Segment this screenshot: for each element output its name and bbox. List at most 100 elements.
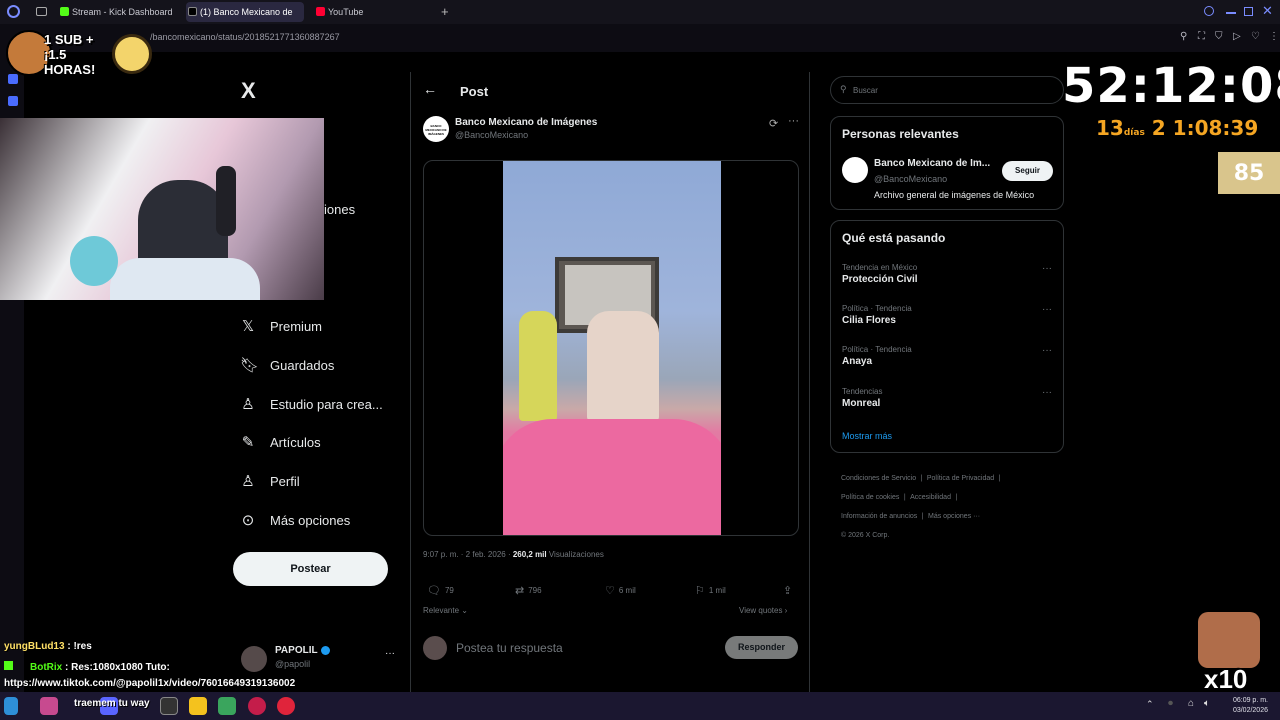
author-avatar[interactable]: BANCO MEXICANO DE IMÁGENES xyxy=(423,116,449,142)
taskbar-app-icon[interactable] xyxy=(40,697,58,715)
opera-icon[interactable] xyxy=(248,697,266,715)
new-tab-button[interactable]: + xyxy=(441,4,449,19)
nav-partial-label[interactable]: iones xyxy=(324,202,355,217)
nav-label: Guardados xyxy=(270,357,335,373)
footer-link[interactable]: Más opciones ··· xyxy=(928,513,980,520)
like-button[interactable]: ♡ 6 mil xyxy=(605,584,636,597)
reply-count: 79 xyxy=(444,586,454,595)
relevant-name[interactable]: Banco Mexicano de Im... xyxy=(874,158,990,169)
trend-item[interactable]: Política · Tendencia Anaya ··· xyxy=(842,345,1052,367)
responder-button[interactable]: Responder xyxy=(725,636,798,659)
view-quotes-link[interactable]: View quotes › xyxy=(739,606,787,615)
page-title: Post xyxy=(460,84,489,99)
footer-link[interactable]: Accesibilidad xyxy=(910,494,951,501)
close-icon[interactable]: ✕ xyxy=(1262,3,1273,19)
share-button[interactable]: ⇪ xyxy=(783,584,792,597)
account-switcher[interactable]: PAPOLIL @papolil ··· xyxy=(241,644,401,674)
emote-overlay: x10 xyxy=(1196,610,1262,694)
chat-text: : Res:1080x1080 Tuto: xyxy=(62,662,170,673)
mic-tray-icon[interactable]: ⏺ xyxy=(1168,698,1173,709)
restore-icon[interactable] xyxy=(1244,7,1253,16)
post-more-icon[interactable]: ··· xyxy=(788,115,799,127)
browser-tab-bar: Stream - Kick Dashboard (1) Banco Mexica… xyxy=(0,0,1280,24)
person-icon: ♙ xyxy=(241,473,255,490)
chevron-up-icon[interactable]: ⌃ xyxy=(1146,699,1154,710)
trend-item[interactable]: Tendencias Monreal ··· xyxy=(842,387,1052,409)
menu-icon[interactable]: ⋮ xyxy=(1269,31,1279,42)
postear-button[interactable]: Postear xyxy=(233,552,388,586)
trend-more-icon[interactable]: ··· xyxy=(1042,345,1052,356)
back-arrow-icon[interactable]: ← xyxy=(423,81,437,97)
relevant-handle[interactable]: @BancoMexicano xyxy=(874,174,947,184)
nav-articulos[interactable]: ✎ Artículos xyxy=(240,430,321,454)
video-content[interactable] xyxy=(503,161,721,535)
trend-more-icon[interactable]: ··· xyxy=(1042,304,1052,315)
footer-link[interactable]: Información de anuncios xyxy=(841,513,917,520)
sort-dropdown[interactable]: Relevante ⌄ xyxy=(423,606,468,615)
author-handle[interactable]: @BancoMexicano xyxy=(455,130,528,140)
trend-item[interactable]: Tendencia en México Protección Civil ··· xyxy=(842,263,1052,285)
shield-icon[interactable]: ⛉ xyxy=(1215,31,1223,42)
volume-icon[interactable]: 🔈︎ xyxy=(1204,698,1210,709)
trend-item[interactable]: Política · Tendencia Cilia Flores ··· xyxy=(842,304,1052,326)
trend-name: Protección Civil xyxy=(842,274,918,285)
start-icon[interactable] xyxy=(4,697,18,715)
heart-icon[interactable]: ♡ xyxy=(1251,31,1260,42)
game-icon[interactable] xyxy=(218,697,236,715)
account-more-icon[interactable]: ··· xyxy=(385,648,395,659)
nav-estudio[interactable]: ♙ Estudio para crea... xyxy=(240,392,383,416)
search-placeholder: Buscar xyxy=(853,86,878,95)
tab-banco-mexicano[interactable]: (1) Banco Mexicano de xyxy=(186,2,304,22)
reply-button[interactable]: 🗨︎ 79 xyxy=(427,584,454,597)
pin-icon[interactable]: ⚲ xyxy=(1180,31,1187,42)
play-icon[interactable]: ▷ xyxy=(1233,31,1241,42)
search-input[interactable]: ⚲ Buscar xyxy=(830,76,1064,104)
snapshot-icon[interactable]: ⛶ xyxy=(1198,31,1205,42)
nav-perfil[interactable]: ♙ Perfil xyxy=(240,469,299,493)
tab-kick-dashboard[interactable]: Stream - Kick Dashboard xyxy=(58,2,178,22)
reply-input[interactable]: Postea tu respuesta xyxy=(456,641,563,655)
repost-button[interactable]: ⇄ 796 xyxy=(515,584,542,597)
file-explorer-icon[interactable] xyxy=(189,697,207,715)
grok-icon[interactable]: ⟳ xyxy=(769,117,778,130)
author-name[interactable]: Banco Mexicano de Imágenes xyxy=(455,117,597,128)
sidebar-app-icon[interactable] xyxy=(8,96,18,106)
verified-icon xyxy=(321,646,330,655)
my-avatar xyxy=(423,636,447,660)
bookmark-icon: ⚐ xyxy=(695,585,705,597)
taskbar-app-icon[interactable] xyxy=(160,697,178,715)
footer-link[interactable]: Política de cookies xyxy=(841,494,899,501)
show-more-link[interactable]: Mostrar más xyxy=(842,431,892,441)
card-title: Qué está pasando xyxy=(842,231,946,245)
clock-date: 03/02/2026 xyxy=(1232,707,1268,714)
nav-premium[interactable]: 𝕏 Premium xyxy=(240,314,322,338)
follow-button[interactable]: Seguir xyxy=(1002,161,1053,181)
x-logo[interactable]: X xyxy=(241,78,256,104)
nav-mas-opciones[interactable]: ⊙ Más opciones xyxy=(240,508,351,532)
tab-workspace-icon[interactable] xyxy=(36,7,47,16)
minimize-icon[interactable] xyxy=(1226,12,1236,14)
footer-sep: | xyxy=(955,494,958,501)
tab-youtube[interactable]: YouTube xyxy=(314,2,424,22)
relevant-bio: Archivo general de imágenes de México xyxy=(874,190,1035,200)
trend-more-icon[interactable]: ··· xyxy=(1042,387,1052,398)
webcam-overlay xyxy=(0,118,324,300)
relevant-avatar[interactable] xyxy=(842,157,868,183)
footer-link[interactable]: Condiciones de Servicio xyxy=(841,475,916,482)
video-player[interactable] xyxy=(423,160,799,536)
kick-icon xyxy=(60,7,69,16)
search-tabs-icon[interactable] xyxy=(1204,6,1214,16)
trend-more-icon[interactable]: ··· xyxy=(1042,263,1052,274)
opera-logo-icon[interactable] xyxy=(7,5,20,18)
url-field[interactable]: /bancomexicano/status/201852177136088726… xyxy=(150,32,340,42)
views-count: 260,2 mil xyxy=(512,550,547,559)
nav-guardados[interactable]: 🔖︎ Guardados xyxy=(240,353,334,377)
chat-user: BotRix xyxy=(30,662,63,673)
repost-icon: ⇄ xyxy=(515,585,525,597)
bookmark-button[interactable]: ⚐ 1 mil xyxy=(695,584,726,597)
taskbar-app-icon[interactable] xyxy=(277,697,295,715)
nav-label: Estudio para crea... xyxy=(270,396,383,412)
network-icon[interactable]: ⌂ xyxy=(1188,698,1194,709)
system-clock[interactable]: 06:09 p. m. 03/02/2026 xyxy=(1233,696,1268,716)
footer-link[interactable]: Política de Privacidad xyxy=(927,475,994,482)
